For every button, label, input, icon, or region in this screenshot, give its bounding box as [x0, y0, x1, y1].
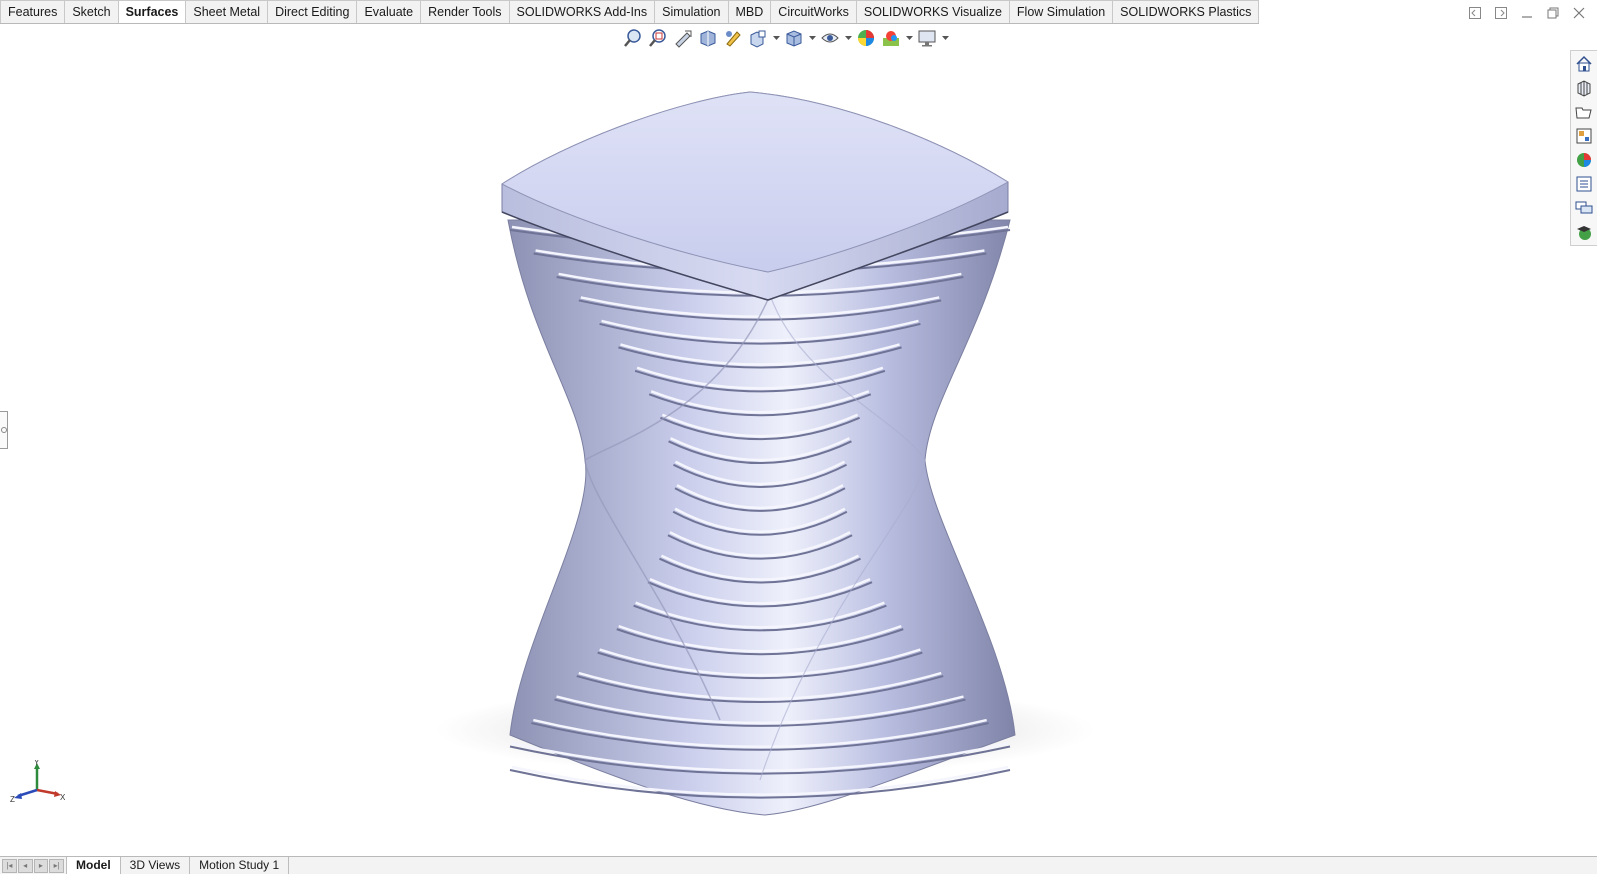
bottom-tab-bar: |◂ ◂ ▸ ▸| Model 3D Views Motion Study 1	[0, 856, 1597, 874]
view-settings-dropdown[interactable]	[941, 27, 949, 49]
reference-triad: Y X Z	[8, 758, 70, 815]
dynamic-annotation-icon[interactable]	[722, 27, 744, 49]
view-settings-icon[interactable]	[916, 27, 938, 49]
bottom-tab-motion-study-1[interactable]: Motion Study 1	[190, 857, 290, 874]
close-icon[interactable]	[1571, 5, 1587, 21]
view-palette-icon[interactable]	[1573, 125, 1595, 147]
bottom-tab-3d-views[interactable]: 3D Views	[121, 857, 191, 874]
learning-icon[interactable]	[1573, 221, 1595, 243]
tab-solidworks-add-ins[interactable]: SOLIDWORKS Add-Ins	[509, 0, 656, 23]
next-tab-icon[interactable]: ▸	[33, 858, 49, 873]
tab-direct-editing[interactable]: Direct Editing	[268, 0, 358, 23]
window-controls	[1467, 5, 1587, 21]
apply-scene-dropdown[interactable]	[905, 27, 913, 49]
view-orientation-icon[interactable]	[747, 27, 769, 49]
section-view-icon[interactable]	[697, 27, 719, 49]
home-icon[interactable]	[1573, 53, 1595, 75]
display-style-dropdown[interactable]	[808, 27, 816, 49]
last-tab-icon[interactable]: ▸|	[49, 858, 64, 873]
tab-evaluate[interactable]: Evaluate	[357, 0, 422, 23]
forum-icon[interactable]	[1573, 197, 1595, 219]
triad-x-label: X	[60, 793, 66, 802]
graphics-area-model[interactable]	[420, 80, 1120, 845]
hide-show-items-icon[interactable]	[819, 27, 841, 49]
tile-left-icon[interactable]	[1467, 5, 1483, 21]
edit-appearance-icon[interactable]	[855, 27, 877, 49]
hide-show-dropdown[interactable]	[844, 27, 852, 49]
tab-sheet-metal[interactable]: Sheet Metal	[186, 0, 269, 23]
first-tab-icon[interactable]: |◂	[2, 858, 17, 873]
tab-scroll-buttons: |◂ ◂ ▸ ▸|	[0, 857, 66, 874]
tab-circuitworks[interactable]: CircuitWorks	[771, 0, 857, 23]
zoom-to-area-icon[interactable]	[647, 27, 669, 49]
prev-tab-icon[interactable]: ◂	[17, 858, 33, 873]
command-manager-tabs: Features Sketch Surfaces Sheet Metal Direct …	[0, 0, 1260, 24]
tab-solidworks-plastics[interactable]: SOLIDWORKS Plastics	[1113, 0, 1260, 23]
tab-surfaces[interactable]: Surfaces	[118, 0, 187, 23]
appearances-icon[interactable]	[1573, 149, 1595, 171]
tab-features[interactable]: Features	[0, 0, 66, 23]
minimize-icon[interactable]	[1519, 5, 1535, 21]
previous-view-icon[interactable]	[672, 27, 694, 49]
heads-up-view-toolbar	[622, 26, 949, 50]
tab-mbd[interactable]: MBD	[728, 0, 772, 23]
display-style-icon[interactable]	[783, 27, 805, 49]
tab-solidworks-visualize[interactable]: SOLIDWORKS Visualize	[856, 0, 1010, 23]
triad-z-label: Z	[10, 795, 15, 804]
tab-render-tools[interactable]: Render Tools	[421, 0, 510, 23]
bottom-tabs: Model 3D Views Motion Study 1	[66, 857, 290, 874]
tile-right-icon[interactable]	[1493, 5, 1509, 21]
bottom-tab-model[interactable]: Model	[66, 857, 121, 874]
file-explorer-icon[interactable]	[1573, 101, 1595, 123]
feature-manager-collapse-handle[interactable]	[0, 411, 8, 449]
design-library-icon[interactable]	[1573, 77, 1595, 99]
apply-scene-icon[interactable]	[880, 27, 902, 49]
task-pane	[1570, 50, 1597, 246]
view-orientation-dropdown[interactable]	[772, 27, 780, 49]
zoom-to-fit-icon[interactable]	[622, 27, 644, 49]
custom-properties-icon[interactable]	[1573, 173, 1595, 195]
triad-y-label: Y	[34, 760, 40, 767]
tab-sketch[interactable]: Sketch	[65, 0, 119, 23]
tab-simulation[interactable]: Simulation	[655, 0, 729, 23]
tab-flow-simulation[interactable]: Flow Simulation	[1009, 0, 1114, 23]
restore-icon[interactable]	[1545, 5, 1561, 21]
